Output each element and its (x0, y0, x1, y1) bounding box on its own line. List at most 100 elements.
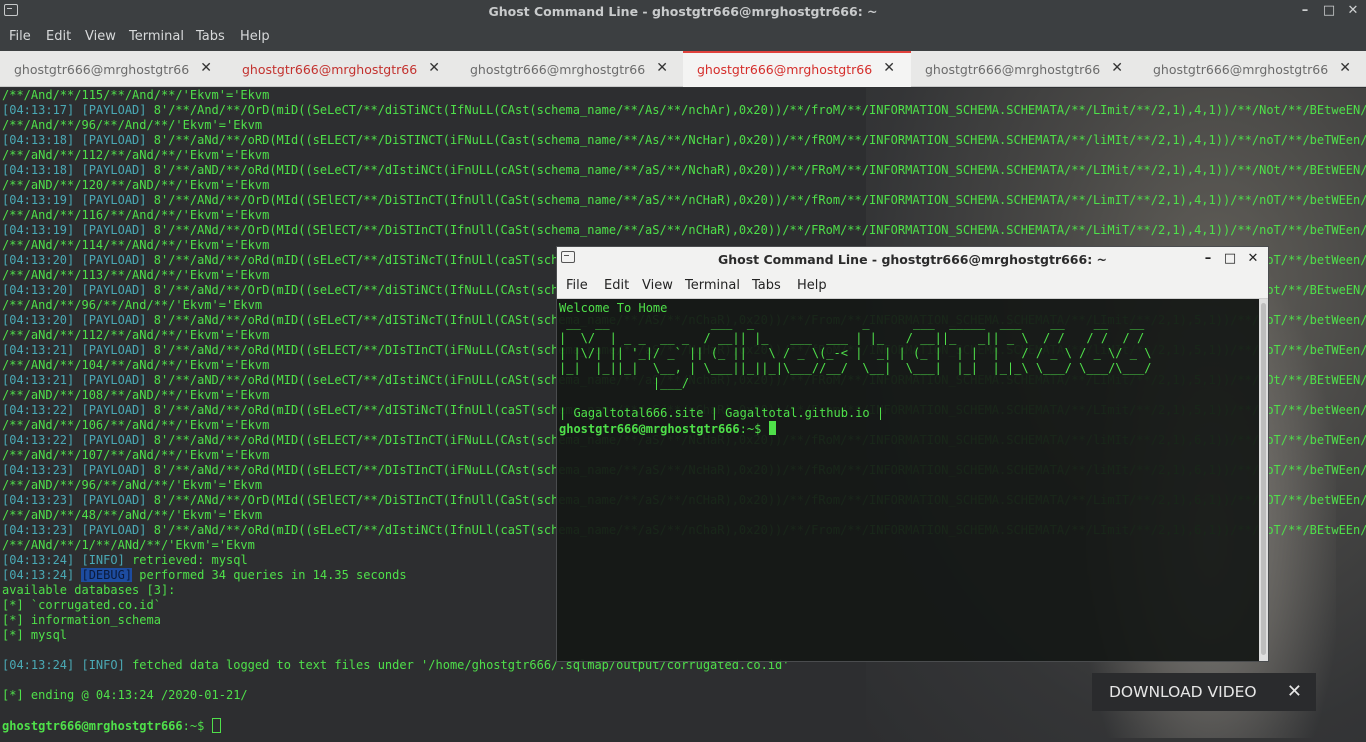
minimize-icon[interactable]: – (1199, 251, 1217, 269)
close-icon[interactable]: ✕ (1244, 251, 1262, 269)
download-video-button[interactable]: DOWNLOAD VIDEO (1109, 683, 1257, 701)
close-icon[interactable]: ✕ (1344, 3, 1362, 21)
welcome-text: Welcome To Home (559, 301, 668, 315)
tab-label: ghostgtr666@mrghostgtr666:... (14, 62, 189, 77)
prompt-user: ghostgtr666@mrghostgtr666 (2, 719, 183, 733)
log-level-tag: [INFO] (81, 658, 125, 672)
menu-file[interactable]: File (9, 29, 31, 44)
log-level-tag: [PAYLOAD] (81, 463, 147, 477)
log-level-tag: [DEBUG] (81, 568, 133, 582)
log-level-tag: [PAYLOAD] (81, 523, 147, 537)
timestamp: [04:13:20] (2, 253, 82, 267)
timestamp: [04:13:23] (2, 463, 82, 477)
tab-bar: ghostgtr666@mrghostgtr666:... ✕ ghostgtr… (0, 51, 1366, 87)
prompt-suffix: :~$ (739, 422, 769, 436)
menu-edit[interactable]: Edit (46, 29, 71, 44)
log-level-tag: [PAYLOAD] (81, 373, 147, 387)
main-prompt[interactable]: ghostgtr666@mrghostgtr666:~$ (2, 718, 221, 733)
close-icon[interactable]: ✕ (1287, 681, 1302, 702)
tab-1[interactable]: ghostgtr666@mrghostgtr666:... ✕ (0, 51, 228, 87)
prompt-user: ghostgtr666@mrghostgtr666 (559, 422, 740, 436)
log-message: retrieved: mysql (124, 553, 248, 567)
log-level-tag: [PAYLOAD] (81, 433, 147, 447)
minimize-icon[interactable]: – (1296, 3, 1314, 21)
timestamp: [04:13:18] (2, 133, 82, 147)
overlay-prompt[interactable]: ghostgtr666@mrghostgtr666:~$ (559, 421, 776, 437)
tab-2[interactable]: ghostgtr666@mrghostgtr666:... ✕ (228, 51, 456, 87)
terminal-line: /**/And/**/115/**/And/**/'Ekvm'='Ekvm (2, 88, 270, 102)
log-message: 8'/**/And/**/OrD(miD((SeLeCT/**/diSTiNCt… (146, 103, 1366, 117)
menu-help[interactable]: Help (240, 29, 270, 44)
timestamp: [04:13:19] (2, 193, 82, 207)
terminal-line: [04:13:18] [PAYLOAD] 8'/**/aNd/**/oRD(MI… (2, 133, 1366, 148)
timestamp: [04:13:20] (2, 283, 82, 297)
tab-label: ghostgtr666@mrghostgtr666:... (242, 62, 417, 77)
download-video-banner[interactable]: DOWNLOAD VIDEO ✕ (1092, 673, 1316, 711)
tab-4-active[interactable]: ghostgtr666@mrghostgtr666:... ✕ (683, 51, 911, 87)
terminal-line: [04:13:19] [PAYLOAD] 8'/**/ANd/**/OrD(MI… (2, 193, 1366, 208)
overlay-window-title: Ghost Command Line - ghostgtr666@mrghost… (717, 252, 1108, 267)
tab-5[interactable]: ghostgtr666@mrghostgtr666:... ✕ (911, 51, 1139, 87)
terminal-cursor (211, 718, 221, 733)
log-level-tag: [PAYLOAD] (81, 223, 147, 237)
timestamp: [04:13:20] (2, 313, 82, 327)
overlay-titlebar: Ghost Command Line - ghostgtr666@mrghost… (557, 247, 1268, 273)
menu-view[interactable]: View (642, 278, 673, 293)
maximize-icon[interactable]: □ (1320, 3, 1338, 21)
tab-close-icon[interactable]: ✕ (883, 60, 895, 76)
terminal-line: /**/aND/**/120/**/aND/**/'Ekvm'='Ekvm (2, 178, 270, 192)
overlay-menubar: File Edit View Terminal Tabs Help (557, 273, 1268, 299)
menu-tabs[interactable]: Tabs (196, 29, 225, 44)
menu-terminal[interactable]: Terminal (129, 29, 184, 44)
log-level-tag: [PAYLOAD] (81, 343, 147, 357)
timestamp: [04:13:17] (2, 103, 82, 117)
log-level-tag: [PAYLOAD] (81, 403, 147, 417)
timestamp: [04:13:18] (2, 163, 82, 177)
tab-close-icon[interactable]: ✕ (1339, 60, 1351, 76)
overlay-terminal-body[interactable]: Welcome To Home __ __ ___ _ _ ___ _____ … (557, 299, 1258, 661)
prompt-suffix: :~$ (182, 719, 212, 733)
log-message: 8'/**/aNd/**/oRD(MId((sELECT/**/DiSTINCT… (146, 133, 1366, 147)
tab-3[interactable]: ghostgtr666@mrghostgtr666:... ✕ (456, 51, 684, 87)
log-level-tag: [PAYLOAD] (81, 133, 147, 147)
tab-close-icon[interactable]: ✕ (1111, 60, 1123, 76)
log-message: 8'/**/ANd/**/OrD(MId((SElECT/**/DiSTInCT… (146, 193, 1366, 207)
timestamp: [04:13:24] (2, 553, 82, 567)
menu-tabs[interactable]: Tabs (752, 278, 781, 293)
menu-edit[interactable]: Edit (604, 278, 629, 293)
tab-label: ghostgtr666@mrghostgtr666:... (1153, 62, 1328, 77)
log-level-tag: [PAYLOAD] (81, 163, 147, 177)
terminal-cursor (768, 421, 776, 435)
scrollbar-thumb[interactable] (1261, 303, 1266, 655)
terminal-line: /**/And/**/96/**/And/**/'Ekvm'='Ekvm (2, 118, 263, 132)
site-links-text: | Gagaltotal666.site | Gagaltotal.github… (559, 406, 885, 420)
scrollbar[interactable] (1259, 299, 1268, 661)
maximize-icon[interactable]: □ (1221, 251, 1239, 269)
log-message: 8'/**/ANd/**/OrD(MId((SElECT/**/DiSTInCT… (146, 223, 1366, 237)
terminal-line: [04:13:18] [PAYLOAD] 8'/**/aND/**/oRd(MI… (2, 163, 1366, 178)
timestamp: [04:13:23] (2, 523, 82, 537)
menu-view[interactable]: View (85, 29, 116, 44)
timestamp: [04:13:24] (2, 658, 82, 672)
timestamp: [04:13:21] (2, 373, 82, 387)
ascii-art-banner: __ __ ___ _ _ ___ _____ ___ __ __ __ | \… (559, 316, 1152, 390)
tab-label: ghostgtr666@mrghostgtr666:... (697, 62, 872, 77)
log-level-tag: [PAYLOAD] (81, 283, 147, 297)
log-message: performed 34 queries in 14.35 seconds (132, 568, 407, 582)
timestamp: [04:13:19] (2, 223, 82, 237)
tab-close-icon[interactable]: ✕ (428, 60, 440, 76)
tab-close-icon[interactable]: ✕ (200, 60, 212, 76)
menu-terminal[interactable]: Terminal (685, 278, 740, 293)
menu-file[interactable]: File (566, 278, 588, 293)
main-titlebar: Ghost Command Line - ghostgtr666@mrghost… (0, 0, 1366, 24)
main-window-title: Ghost Command Line - ghostgtr666@mrghost… (488, 4, 878, 19)
timestamp: [04:13:24] (2, 568, 82, 582)
log-level-tag: [PAYLOAD] (81, 493, 147, 507)
log-level-tag: [PAYLOAD] (81, 253, 147, 267)
log-level-tag: [INFO] (81, 553, 125, 567)
tab-close-icon[interactable]: ✕ (656, 60, 668, 76)
tab-6[interactable]: ghostgtr666@mrghostgtr666:... ✕ (1139, 51, 1366, 87)
menu-help[interactable]: Help (797, 278, 827, 293)
terminal-line: /**/aNd/**/112/**/aNd/**/'Ekvm'='Ekvm (2, 148, 270, 162)
tab-label: ghostgtr666@mrghostgtr666:... (925, 62, 1100, 77)
